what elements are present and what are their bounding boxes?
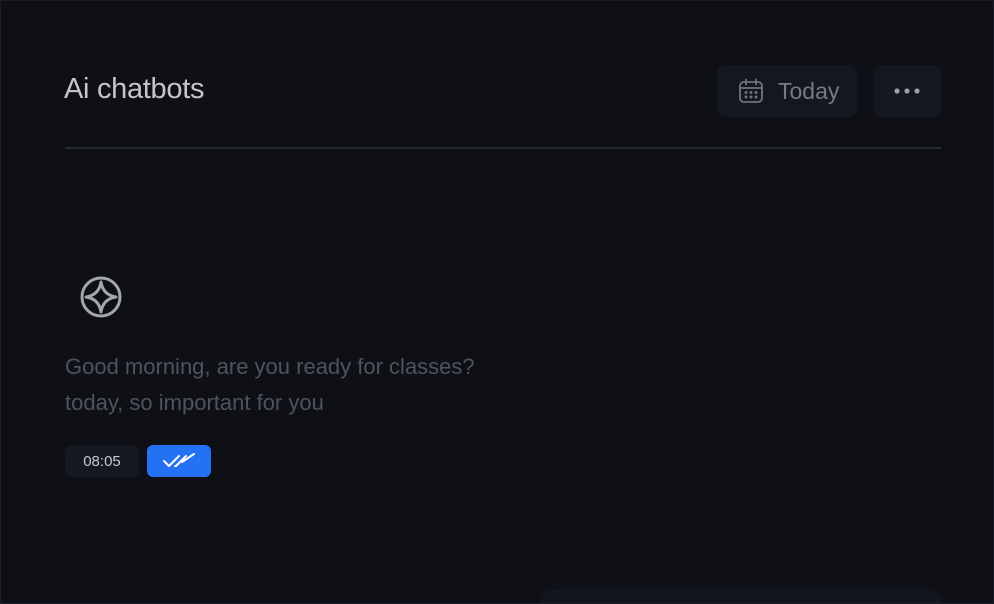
message-line: Good morning, are you ready for classes?	[65, 354, 475, 379]
bot-message-text: Good morning, are you ready for classes?…	[65, 349, 585, 421]
header-divider	[65, 147, 941, 149]
more-options-button[interactable]	[873, 65, 941, 117]
more-horizontal-icon	[894, 88, 920, 94]
date-filter-label: Today	[778, 77, 840, 104]
chatbot-icon	[80, 276, 122, 318]
chat-panel: Ai chatbots Today Good morning, are you …	[0, 0, 994, 604]
message-timestamp: 08:05	[65, 445, 139, 477]
read-status-badge	[147, 445, 211, 477]
double-check-icon	[163, 453, 195, 467]
page-title: Ai chatbots	[64, 73, 205, 105]
user-message-bubble	[541, 589, 941, 603]
date-filter-button[interactable]: Today	[717, 65, 857, 117]
message-line: today, so important for you	[65, 390, 324, 415]
calendar-icon	[739, 78, 763, 103]
